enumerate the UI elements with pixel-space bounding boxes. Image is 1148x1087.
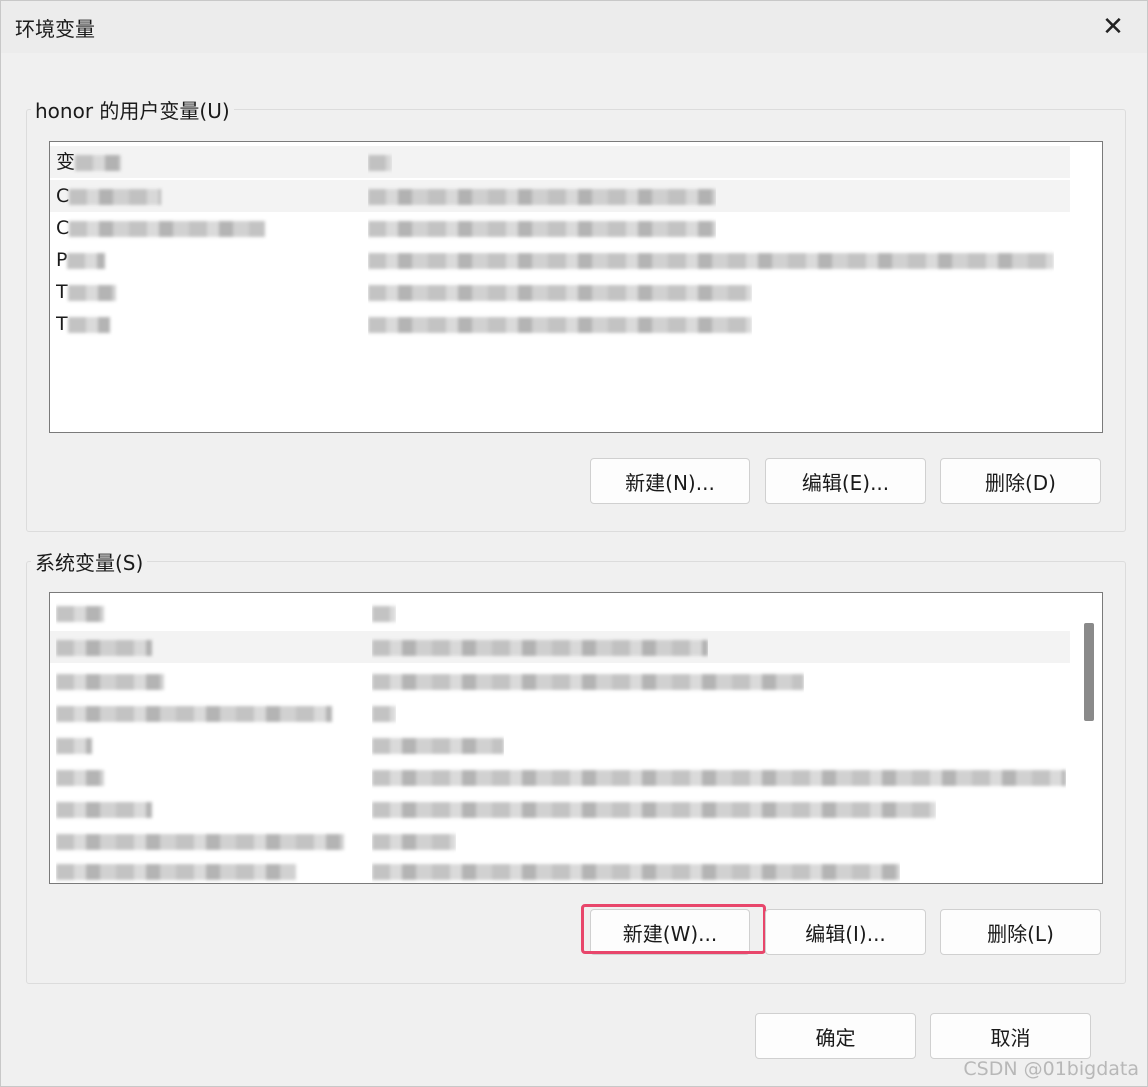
variable-name: C <box>56 217 70 239</box>
system-variables-list[interactable] <box>49 592 1103 884</box>
variable-name: T <box>56 313 68 335</box>
variable-name: P <box>56 249 68 271</box>
list-item[interactable] <box>50 761 1070 793</box>
close-icon[interactable]: ✕ <box>1093 7 1133 47</box>
list-item[interactable]: C <box>50 212 1070 244</box>
list-item[interactable] <box>50 793 1070 825</box>
list-item[interactable]: T <box>50 308 1070 340</box>
list-item[interactable] <box>50 729 1070 761</box>
list-item[interactable] <box>50 855 1070 883</box>
title-bar: 环境变量 ✕ <box>1 1 1147 53</box>
user-new-button[interactable]: 新建(N)... <box>590 458 750 504</box>
list-item[interactable]: P <box>50 244 1070 276</box>
scrollbar-thumb[interactable] <box>1084 623 1094 721</box>
highlight-box <box>581 904 766 954</box>
list-item[interactable] <box>50 631 1070 663</box>
variable-name: T <box>56 281 68 303</box>
list-item[interactable]: 变 <box>50 146 1070 178</box>
environment-variables-dialog: 环境变量 ✕ honor 的用户变量(U) 变 C C P T T 新建(N).… <box>0 0 1148 1087</box>
cancel-button[interactable]: 取消 <box>930 1013 1091 1059</box>
dialog-title: 环境变量 <box>15 17 95 41</box>
variable-name: C <box>56 185 70 207</box>
user-delete-button[interactable]: 删除(D) <box>940 458 1101 504</box>
list-item[interactable] <box>50 825 1070 857</box>
system-edit-button[interactable]: 编辑(I)... <box>765 909 926 955</box>
variable-name: 变 <box>56 151 76 173</box>
list-item[interactable]: T <box>50 276 1070 308</box>
list-item[interactable] <box>50 597 1070 629</box>
user-edit-button[interactable]: 编辑(E)... <box>765 458 926 504</box>
list-item[interactable]: C <box>50 180 1070 212</box>
system-delete-button[interactable]: 删除(L) <box>940 909 1101 955</box>
watermark: CSDN @01bigdata <box>963 1058 1139 1080</box>
list-item[interactable] <box>50 697 1070 729</box>
user-variables-list[interactable]: 变 C C P T T <box>49 141 1103 433</box>
ok-button[interactable]: 确定 <box>755 1013 916 1059</box>
system-variables-label: 系统变量(S) <box>31 547 148 576</box>
user-variables-label: honor 的用户变量(U) <box>31 95 234 124</box>
list-item[interactable] <box>50 665 1070 697</box>
